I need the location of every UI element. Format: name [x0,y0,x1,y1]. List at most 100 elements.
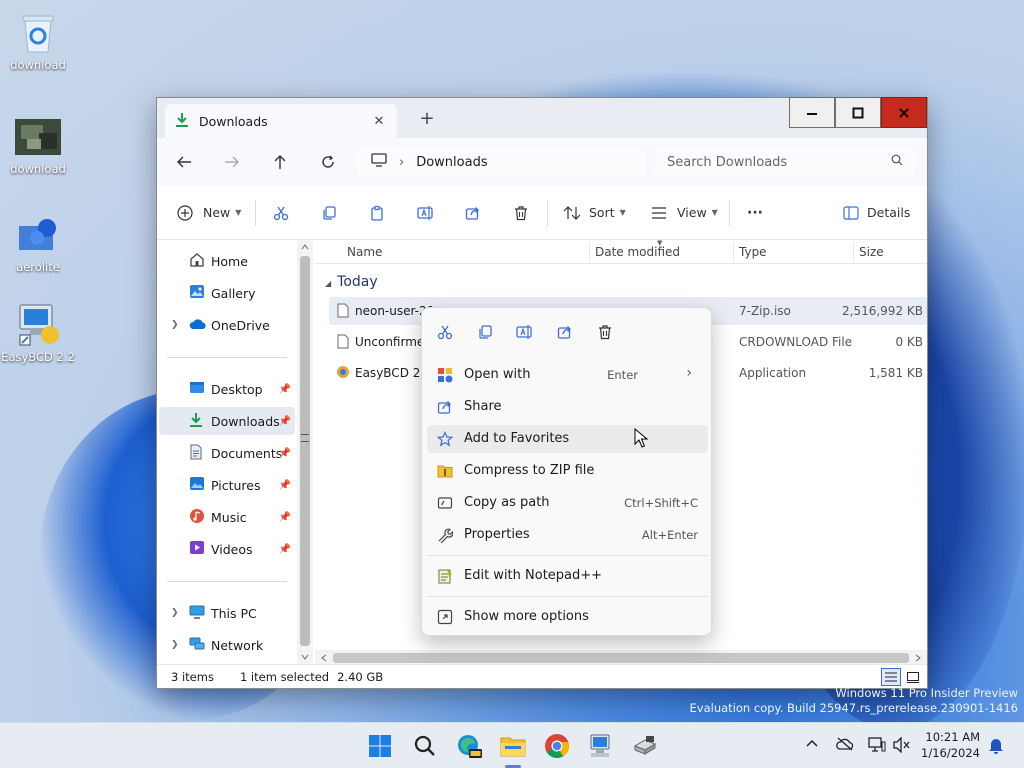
notifications-button[interactable] [988,736,1004,757]
nav-item-gallery[interactable]: Gallery [159,279,295,307]
taskbar-file-explorer-button[interactable] [499,732,527,760]
minimize-button[interactable] [789,97,835,128]
breadcrumb-downloads[interactable]: Downloads [416,155,487,170]
menu-item-share[interactable]: Share [427,393,708,421]
trash-icon [515,205,527,220]
column-type[interactable]: Type [739,245,767,259]
nav-item-home[interactable]: Home [159,247,295,275]
new-tab-button[interactable]: + [415,108,439,132]
menu-item-compress-zip[interactable]: Compress to ZIP file [427,457,708,485]
nav-item-documents[interactable]: Documents 📌 [159,439,295,467]
details-view-icon [885,672,897,682]
taskbar-edge-preview-button[interactable] [455,732,483,760]
nav-item-videos[interactable]: Videos 📌 [159,535,295,563]
pin-icon[interactable]: 📌 [279,416,291,427]
search-input[interactable]: Search Downloads [655,147,915,177]
ctx-share-button[interactable] [555,322,575,342]
close-tab-icon[interactable]: ✕ [371,114,387,129]
column-date-modified[interactable]: Date modified [595,245,680,259]
tab-downloads[interactable]: Downloads ✕ [165,104,397,138]
scroll-left-icon[interactable] [319,653,329,663]
scroll-down-icon[interactable] [300,652,310,662]
nav-item-music[interactable]: Music 📌 [159,503,295,531]
details-button[interactable]: Details [843,205,910,220]
menu-item-show-more-options[interactable]: Show more options [427,603,708,631]
ctx-copy-button[interactable] [475,322,495,342]
menu-item-properties[interactable]: Properties Alt+Enter [427,521,708,549]
nav-item-pictures[interactable]: Pictures 📌 [159,471,295,499]
scrollbar-thumb[interactable] [300,256,310,646]
ctx-delete-button[interactable] [595,322,615,342]
desktop-icon-download-image[interactable]: download [0,114,76,176]
pin-icon[interactable]: 📌 [279,544,291,555]
scrollbar-thumb[interactable] [333,653,909,663]
nav-item-this-pc[interactable]: ❯ This PC [159,599,295,627]
share-button[interactable] [465,205,481,221]
desktop-icon-aerolite[interactable]: aerolite [0,212,76,274]
view-button[interactable]: View ▼ [651,205,718,220]
more-options-button[interactable]: ··· [747,205,763,221]
rename-button[interactable] [417,205,435,221]
taskbar-device-app-button[interactable] [631,732,659,760]
chevron-right-icon[interactable]: ❯ [171,320,179,330]
group-header-today[interactable]: ◢ Today [325,274,378,290]
chevron-right-icon[interactable]: ❯ [171,640,179,650]
pin-icon[interactable]: 📌 [279,480,291,491]
menu-item-add-to-favorites[interactable]: Add to Favorites [427,425,708,453]
details-view-toggle[interactable] [881,668,901,686]
address-field[interactable]: › Downloads [357,147,645,177]
tiles-view-toggle[interactable] [903,668,923,686]
column-divider[interactable] [853,242,854,262]
column-divider[interactable] [589,242,590,262]
copy-button[interactable] [321,205,337,221]
menu-item-copy-as-path[interactable]: Copy as path Ctrl+Shift+C [427,489,708,517]
pin-icon[interactable]: 📌 [279,512,291,523]
chevron-down-icon: ▼ [711,208,718,217]
title-bar: Downloads ✕ + [157,97,927,138]
file-size: 1,581 KB [868,366,923,380]
network-status-button[interactable] [868,737,886,756]
column-name[interactable]: Name [347,245,382,259]
cut-button[interactable] [273,205,289,221]
forward-button[interactable] [215,147,249,177]
new-button[interactable]: New ▼ [177,204,241,221]
delete-button[interactable] [513,205,529,221]
nav-item-downloads[interactable]: Downloads 📌 [159,407,295,435]
taskbar-chrome-button[interactable] [543,732,571,760]
nav-item-desktop[interactable]: Desktop 📌 [159,375,295,403]
column-size[interactable]: Size [859,245,884,259]
desktop-icon-recycle-bin[interactable]: download [0,10,76,72]
refresh-button[interactable] [311,147,345,177]
taskbar-search-button[interactable] [411,732,439,760]
desktop-icon-easybcd[interactable]: EasyBCD 2.2 [0,302,76,364]
nav-pane-scrollbar[interactable] [297,240,313,666]
onedrive-status-button[interactable] [836,737,854,754]
ctx-cut-button[interactable] [435,322,455,342]
up-button[interactable] [263,147,297,177]
pin-icon[interactable]: 📌 [279,384,291,395]
nav-item-network[interactable]: ❯ Network [159,631,295,659]
sort-button[interactable]: Sort ▼ [563,205,626,221]
chevron-right-icon[interactable]: ❯ [171,608,179,618]
grip-icon [301,434,309,442]
scroll-up-icon[interactable] [300,242,310,252]
nav-item-onedrive[interactable]: ❯ OneDrive [159,311,295,339]
ctx-rename-button[interactable] [515,322,535,342]
network-monitor-icon [868,737,886,752]
maximize-button[interactable] [835,97,881,128]
back-button[interactable] [167,147,201,177]
collapse-arrow-icon[interactable]: ◢ [325,279,331,288]
menu-item-edit-notepad-plus[interactable]: Edit with Notepad++ [427,562,708,590]
pin-icon[interactable]: 📌 [279,448,291,459]
close-window-button[interactable] [881,97,927,128]
menu-item-open-with[interactable]: Open with Enter › [427,361,708,389]
start-button[interactable] [366,732,394,760]
documents-icon [189,444,203,463]
column-divider[interactable] [733,242,734,262]
taskbar-easybcd-button[interactable] [587,732,615,760]
scroll-right-icon[interactable] [913,653,923,663]
paste-button[interactable] [369,205,385,221]
volume-status-button[interactable] [893,736,911,756]
show-hidden-icons-button[interactable] [805,737,819,754]
taskbar-clock[interactable]: 10:21 AM 1/16/2024 [921,729,980,761]
